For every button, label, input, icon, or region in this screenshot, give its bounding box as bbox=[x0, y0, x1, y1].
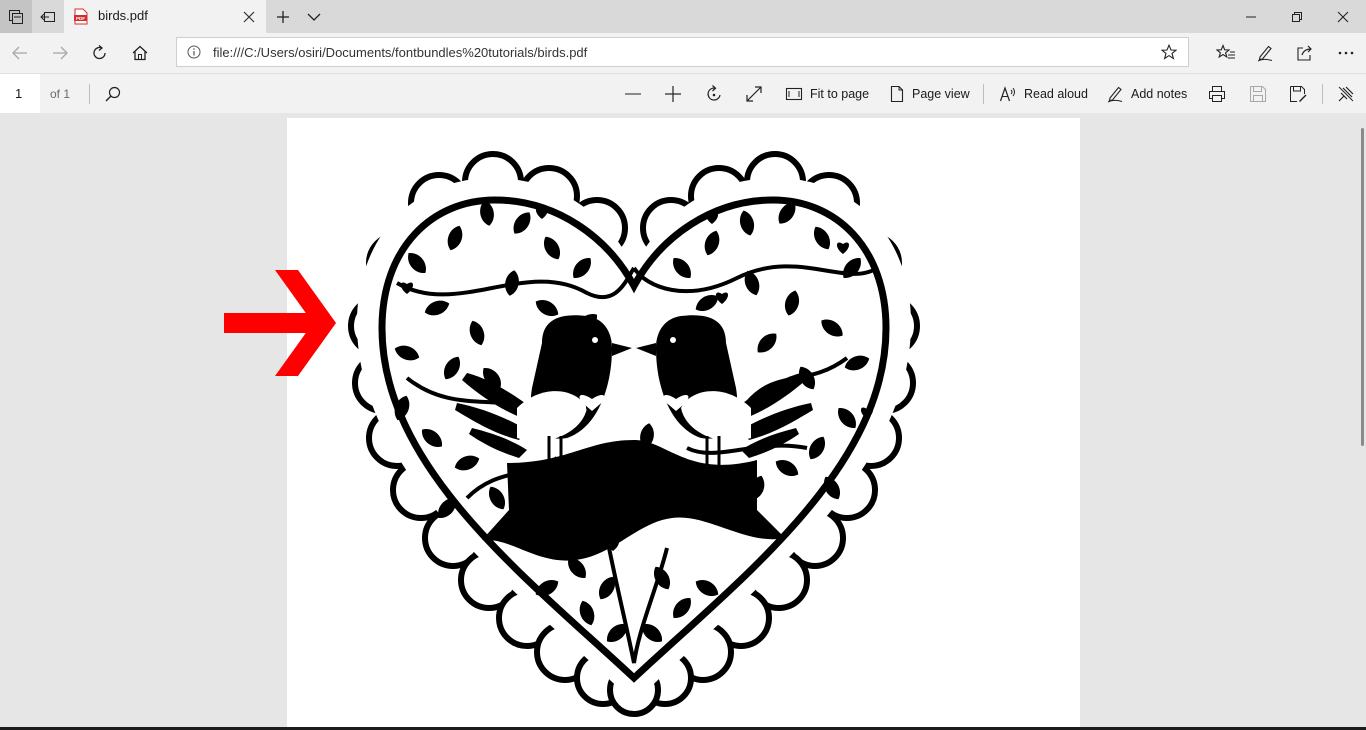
close-window-button[interactable] bbox=[1320, 0, 1366, 33]
read-aloud-button[interactable]: Read aloud bbox=[999, 74, 1088, 113]
read-aloud-icon bbox=[999, 85, 1017, 103]
save-icon bbox=[1249, 85, 1267, 103]
set-tabs-aside-icon bbox=[40, 9, 56, 25]
pdf-icon: PDF bbox=[73, 8, 89, 25]
close-tab-button[interactable] bbox=[240, 8, 258, 26]
page-count-label: of 1 bbox=[50, 87, 71, 101]
favorites-icon bbox=[1216, 44, 1236, 62]
set-tabs-aside-button[interactable] bbox=[32, 0, 64, 33]
zoom-out-icon bbox=[624, 85, 642, 103]
tab-title: birds.pdf bbox=[98, 8, 148, 23]
forward-icon bbox=[51, 45, 69, 61]
add-notes-label: Add notes bbox=[1131, 86, 1188, 101]
refresh-button[interactable] bbox=[80, 33, 120, 73]
home-button[interactable] bbox=[120, 33, 160, 73]
forward-button[interactable] bbox=[40, 33, 80, 73]
save-as-button[interactable] bbox=[1289, 74, 1307, 113]
address-url[interactable]: file:///C:/Users/osiri/Documents/fontbun… bbox=[213, 45, 587, 60]
refresh-icon bbox=[91, 44, 109, 62]
share-button[interactable] bbox=[1285, 33, 1325, 73]
vertical-scrollbar[interactable] bbox=[1361, 128, 1364, 446]
minimize-button[interactable] bbox=[1228, 0, 1274, 33]
save-as-icon bbox=[1289, 85, 1307, 103]
restore-button[interactable] bbox=[1274, 0, 1320, 33]
back-icon bbox=[11, 45, 29, 61]
add-notes-icon bbox=[1106, 85, 1124, 103]
chevron-down-icon bbox=[306, 9, 322, 25]
share-icon bbox=[1296, 44, 1314, 62]
home-icon bbox=[131, 44, 149, 62]
info-icon[interactable] bbox=[187, 45, 201, 59]
print-icon bbox=[1208, 85, 1226, 103]
zoom-in-icon bbox=[664, 85, 682, 103]
full-screen-button[interactable] bbox=[745, 74, 763, 113]
more-icon bbox=[1337, 50, 1355, 56]
print-button[interactable] bbox=[1208, 74, 1226, 113]
page-view-button[interactable]: Page view bbox=[889, 74, 970, 113]
toolbar-divider bbox=[89, 84, 90, 104]
pdf-toolbar: 1 of 1 Fit to page Page view Read aloud … bbox=[0, 73, 1366, 113]
new-tab-button[interactable] bbox=[267, 0, 299, 33]
read-aloud-label: Read aloud bbox=[1024, 86, 1088, 101]
restore-icon bbox=[1291, 11, 1303, 23]
fit-to-page-icon bbox=[785, 86, 803, 102]
page-view-label: Page view bbox=[912, 86, 970, 101]
page-number-value[interactable]: 1 bbox=[15, 86, 22, 101]
zoom-in-button[interactable] bbox=[664, 74, 682, 113]
close-icon bbox=[1337, 11, 1349, 23]
unpin-toolbar-icon bbox=[1337, 85, 1355, 103]
fit-to-page-button[interactable]: Fit to page bbox=[785, 74, 869, 113]
save-button[interactable] bbox=[1249, 74, 1267, 113]
web-notes-button[interactable] bbox=[1245, 33, 1285, 73]
toolbar-divider bbox=[1322, 84, 1323, 104]
rotate-button[interactable] bbox=[704, 74, 724, 113]
add-notes-button[interactable]: Add notes bbox=[1106, 74, 1187, 113]
tab-bar: PDF birds.pdf bbox=[0, 0, 1366, 33]
page-view-icon bbox=[889, 85, 905, 103]
page-number-input[interactable]: 1 bbox=[0, 74, 40, 113]
new-tab-icon bbox=[275, 9, 291, 25]
full-screen-icon bbox=[745, 85, 763, 103]
pen-icon bbox=[1256, 44, 1274, 62]
search-button[interactable] bbox=[104, 74, 122, 113]
navigation-bar: file:///C:/Users/osiri/Documents/fontbun… bbox=[0, 33, 1366, 73]
more-button[interactable] bbox=[1326, 33, 1366, 73]
close-icon bbox=[243, 11, 255, 23]
address-bar[interactable]: file:///C:/Users/osiri/Documents/fontbun… bbox=[176, 37, 1189, 67]
minimize-icon bbox=[1245, 11, 1257, 23]
back-button[interactable] bbox=[0, 33, 40, 73]
red-arrow-annotation bbox=[224, 270, 336, 376]
pdf-icon-label: PDF bbox=[76, 16, 85, 21]
favorite-star-icon[interactable] bbox=[1161, 44, 1177, 60]
toolbar-divider bbox=[983, 84, 984, 104]
browser-tab[interactable]: PDF birds.pdf bbox=[64, 0, 266, 33]
tab-preview-button[interactable] bbox=[298, 0, 330, 33]
rotate-icon bbox=[704, 84, 724, 104]
zoom-out-button[interactable] bbox=[624, 74, 642, 113]
tab-actions-icon bbox=[8, 9, 24, 25]
unpin-toolbar-button[interactable] bbox=[1337, 74, 1355, 113]
pdf-page bbox=[287, 118, 1080, 730]
search-icon bbox=[104, 85, 122, 103]
fit-to-page-label: Fit to page bbox=[810, 86, 870, 101]
tab-actions-button[interactable] bbox=[0, 0, 32, 33]
favorites-button[interactable] bbox=[1206, 33, 1246, 73]
heart-birds-artwork bbox=[348, 151, 920, 717]
